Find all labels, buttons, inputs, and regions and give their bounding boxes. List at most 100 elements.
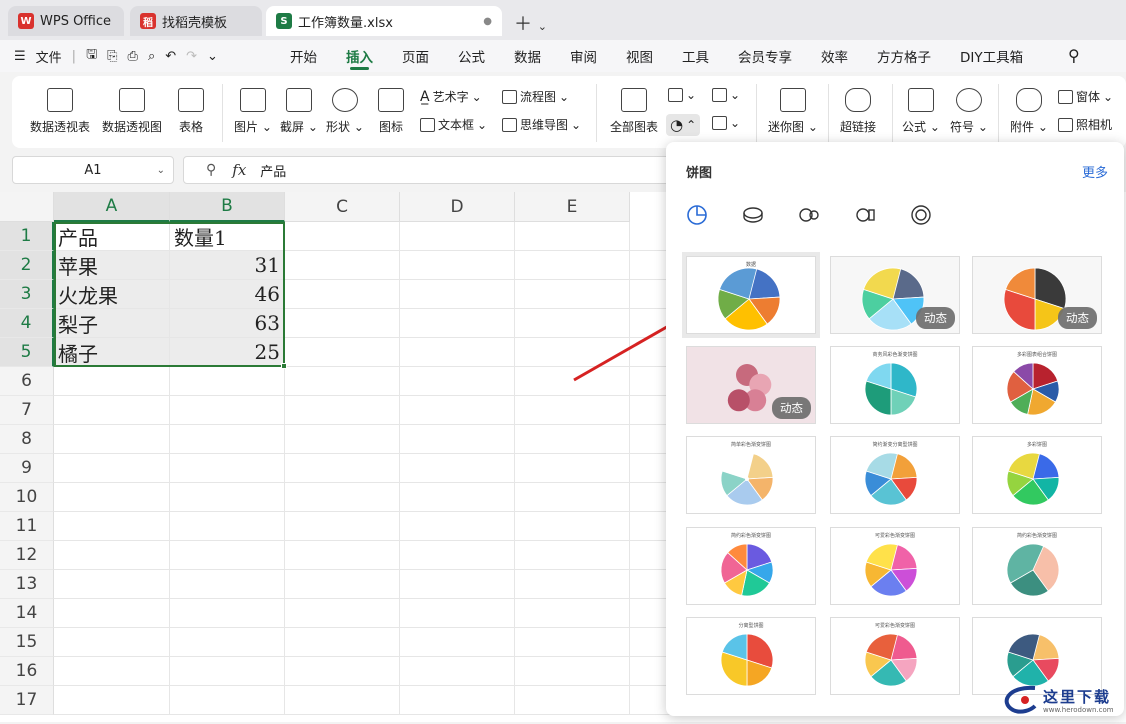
pie-chart-template[interactable]: 多彩饼图	[972, 436, 1102, 514]
menu-tab[interactable]: 视图	[626, 40, 653, 72]
table-cell[interactable]	[54, 686, 170, 715]
table-cell[interactable]	[170, 570, 285, 599]
table-cell[interactable]	[400, 541, 515, 570]
table-cell[interactable]	[285, 483, 400, 512]
menu-tab[interactable]: 会员专享	[738, 40, 792, 72]
table-cell[interactable]	[515, 396, 630, 425]
table-cell[interactable]	[54, 367, 170, 396]
icon-button[interactable]: 图标	[378, 88, 404, 135]
menu-tab[interactable]: 审阅	[570, 40, 597, 72]
table-cell[interactable]	[170, 686, 285, 715]
row-header[interactable]: 10	[0, 483, 54, 512]
row-header[interactable]: 14	[0, 599, 54, 628]
table-cell[interactable]	[515, 512, 630, 541]
print-icon[interactable]: ⎙	[128, 49, 138, 64]
undo-icon[interactable]: ↶	[165, 49, 176, 64]
row-header[interactable]: 9	[0, 454, 54, 483]
chevron-down-icon[interactable]: ⌄	[538, 20, 547, 33]
table-cell[interactable]	[515, 657, 630, 686]
table-cell[interactable]	[515, 599, 630, 628]
table-cell[interactable]: 25	[170, 338, 285, 367]
picture-button[interactable]: 图片 ⌄	[234, 88, 272, 135]
table-cell[interactable]	[170, 483, 285, 512]
menu-tab[interactable]: DIY工具箱	[960, 40, 1023, 72]
table-cell[interactable]	[170, 454, 285, 483]
pie-type-icon[interactable]	[686, 204, 708, 226]
table-cell[interactable]	[285, 599, 400, 628]
table-cell[interactable]	[54, 628, 170, 657]
row-header[interactable]: 8	[0, 425, 54, 454]
tab-template[interactable]: 稻 找稻壳模板	[130, 6, 262, 36]
table-cell[interactable]: 橘子	[54, 338, 170, 367]
pie-chart-button[interactable]: ◔ ⌃	[666, 114, 701, 136]
print-preview-icon[interactable]: ⌕	[148, 49, 155, 64]
table-cell[interactable]	[400, 280, 515, 309]
menu-tab[interactable]: 效率	[821, 40, 848, 72]
table-cell[interactable]	[515, 483, 630, 512]
table-cell[interactable]	[54, 541, 170, 570]
table-cell[interactable]	[400, 570, 515, 599]
table-cell[interactable]	[285, 367, 400, 396]
table-cell[interactable]: 火龙果	[54, 280, 170, 309]
pie-chart-template[interactable]: 简约彩色渐变饼图	[972, 527, 1102, 605]
table-cell[interactable]: 46	[170, 280, 285, 309]
table-cell[interactable]	[285, 686, 400, 715]
row-header[interactable]: 12	[0, 541, 54, 570]
table-cell[interactable]	[54, 454, 170, 483]
select-all-corner[interactable]	[0, 192, 54, 222]
table-cell[interactable]	[54, 396, 170, 425]
table-cell[interactable]	[515, 251, 630, 280]
table-cell[interactable]	[54, 483, 170, 512]
save-icon[interactable]: 🖫	[86, 45, 97, 67]
table-cell[interactable]	[285, 280, 400, 309]
table-cell[interactable]	[400, 396, 515, 425]
table-cell[interactable]	[285, 425, 400, 454]
row-header[interactable]: 11	[0, 512, 54, 541]
table-cell[interactable]	[285, 657, 400, 686]
table-cell[interactable]	[515, 686, 630, 715]
table-cell[interactable]: 63	[170, 309, 285, 338]
table-cell[interactable]	[400, 251, 515, 280]
sparkline-button[interactable]: 迷你图 ⌄	[768, 88, 818, 135]
table-cell[interactable]	[285, 222, 400, 251]
table-cell[interactable]	[285, 570, 400, 599]
table-cell[interactable]	[170, 367, 285, 396]
table-cell[interactable]	[400, 338, 515, 367]
pie-of-pie-icon[interactable]	[798, 204, 820, 226]
table-cell[interactable]	[285, 628, 400, 657]
row-header[interactable]: 4	[0, 309, 54, 338]
row-header[interactable]: 15	[0, 628, 54, 657]
column-header[interactable]: D	[400, 192, 515, 222]
pivot-table-button[interactable]: 数据透视表	[30, 88, 90, 135]
mindmap-button[interactable]: 思维导图 ⌄	[502, 116, 581, 133]
table-cell[interactable]	[515, 425, 630, 454]
row-header[interactable]: 16	[0, 657, 54, 686]
table-cell[interactable]	[170, 541, 285, 570]
pie-3d-icon[interactable]	[742, 204, 764, 226]
table-cell[interactable]	[515, 570, 630, 599]
menu-tab[interactable]: 方方格子	[877, 40, 931, 72]
pivot-chart-button[interactable]: 数据透视图	[102, 88, 162, 135]
name-box[interactable]: A1 ⌄	[12, 156, 174, 184]
new-tab-button[interactable]: ＋ ⌄	[514, 10, 547, 36]
table-cell[interactable]	[400, 367, 515, 396]
table-cell[interactable]	[170, 599, 285, 628]
pie-chart-template[interactable]: 分离型饼图	[686, 617, 816, 695]
hyperlink-button[interactable]: 超链接	[840, 88, 876, 135]
symbol-button[interactable]: 符号 ⌄	[950, 88, 988, 135]
share-icon[interactable]: ⎘	[107, 49, 117, 64]
formula-input[interactable]: 产品	[260, 161, 286, 180]
pie-chart-template[interactable]: 多彩图表组合饼图	[972, 346, 1102, 424]
shape-button[interactable]: 形状 ⌄	[326, 88, 364, 135]
row-header[interactable]: 5	[0, 338, 54, 367]
attachment-button[interactable]: 附件 ⌄	[1010, 88, 1048, 135]
table-cell[interactable]	[400, 599, 515, 628]
pie-chart-template[interactable]: 简单彩色渐变饼图	[686, 436, 816, 514]
form-button[interactable]: 窗体 ⌄	[1058, 88, 1113, 105]
pie-chart-template[interactable]: 可爱彩色渐变饼图	[830, 617, 960, 695]
table-cell[interactable]: 数量1	[170, 222, 285, 251]
column-chart-button[interactable]: ⌄	[668, 88, 696, 102]
table-cell[interactable]: 梨子	[54, 309, 170, 338]
column-header[interactable]: B	[170, 192, 285, 222]
table-cell[interactable]	[54, 425, 170, 454]
